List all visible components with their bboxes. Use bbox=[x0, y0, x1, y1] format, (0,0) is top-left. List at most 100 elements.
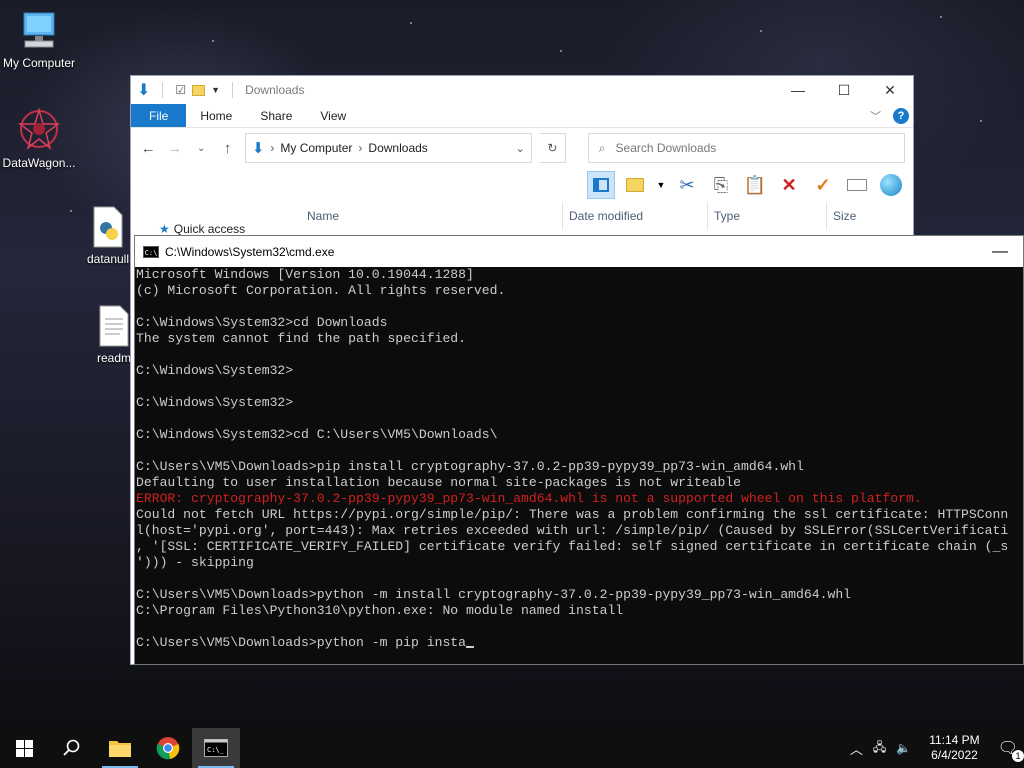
search-icon bbox=[63, 739, 80, 756]
downloads-folder-icon: ⬇ bbox=[251, 140, 265, 157]
rename-icon[interactable] bbox=[843, 171, 871, 199]
globe-icon[interactable] bbox=[877, 171, 905, 199]
refresh-button[interactable]: ↻ bbox=[539, 133, 566, 163]
maximize-button[interactable]: ☐ bbox=[821, 76, 867, 104]
text-cursor bbox=[466, 646, 475, 648]
new-folder-icon[interactable] bbox=[192, 84, 206, 96]
cmd-window[interactable]: C:\ C:\Windows\System32\cmd.exe — Micros… bbox=[134, 235, 1024, 665]
breadcrumb-my-computer[interactable]: My Computer bbox=[280, 141, 352, 155]
forward-arrow-icon[interactable]: → bbox=[165, 140, 183, 157]
date: 6/4/2022 bbox=[931, 748, 978, 762]
copy-icon[interactable]: ⎘ bbox=[707, 171, 735, 199]
paste-icon[interactable]: 📋 bbox=[741, 171, 769, 199]
tab-file[interactable]: File bbox=[131, 104, 187, 127]
text-file-icon bbox=[98, 305, 130, 347]
help-icon[interactable]: ? bbox=[893, 107, 909, 124]
recent-locations-icon[interactable]: ⌄ bbox=[192, 143, 210, 154]
column-name-label: Name bbox=[307, 209, 340, 223]
python-file-icon bbox=[92, 206, 124, 248]
checkmark-icon[interactable]: ✓ bbox=[809, 171, 837, 199]
chevron-down-icon[interactable]: ⌄ bbox=[516, 142, 525, 155]
column-type[interactable]: Type bbox=[707, 202, 827, 230]
time: 11:14 PM bbox=[929, 733, 980, 747]
taskbar-chrome[interactable] bbox=[144, 728, 192, 768]
preview-pane-icon[interactable] bbox=[587, 171, 615, 199]
breadcrumb-separator-icon: › bbox=[358, 141, 363, 155]
down-arrow-icon[interactable]: ⬇ bbox=[137, 80, 150, 100]
up-arrow-icon[interactable]: ↑ bbox=[218, 140, 236, 157]
chevron-up-icon[interactable]: ︿ bbox=[850, 739, 863, 758]
explorer-title-bar[interactable]: ⬇ ☑ ▼ Downloads — ☐ ✕ bbox=[131, 76, 913, 104]
terminal-line: C:\Windows\System32> bbox=[136, 395, 294, 410]
column-size[interactable]: Size bbox=[826, 202, 906, 230]
volume-icon[interactable]: 🔈 bbox=[896, 741, 911, 755]
cmd-icon: C:\ bbox=[143, 245, 159, 258]
chrome-icon bbox=[156, 737, 180, 760]
minimize-button[interactable]: — bbox=[775, 76, 821, 104]
folder-options-icon[interactable] bbox=[621, 171, 649, 199]
delete-icon[interactable]: ✕ bbox=[775, 171, 803, 199]
close-button[interactable]: ✕ bbox=[867, 76, 913, 104]
terminal-line: C:\Windows\System32>cd Downloads bbox=[136, 315, 388, 330]
column-date-label: Date modified bbox=[569, 209, 644, 223]
search-button[interactable] bbox=[48, 728, 96, 768]
terminal-input-text: C:\Users\VM5\Downloads>python -m pip ins… bbox=[136, 635, 467, 650]
taskbar-cmd[interactable]: C:\_ bbox=[192, 728, 240, 768]
cmd-title: C:\Windows\System32\cmd.exe bbox=[165, 244, 335, 259]
terminal-output[interactable]: Microsoft Windows [Version 10.0.19044.12… bbox=[135, 267, 1023, 663]
sidebar-item-quick-access[interactable]: ★ Quick access bbox=[159, 222, 245, 236]
network-icon[interactable]: 🖧 bbox=[873, 738, 886, 759]
desktop-icon-label: DataWagon... bbox=[2, 156, 76, 170]
datawagon-icon bbox=[16, 106, 62, 152]
desktop-icon-label: My Computer bbox=[2, 56, 76, 70]
start-button[interactable] bbox=[0, 728, 48, 768]
tab-share[interactable]: Share bbox=[246, 104, 306, 127]
terminal-line: Microsoft Windows [Version 10.0.19044.12… bbox=[136, 267, 474, 282]
terminal-line: , '[SSL: CERTIFICATE_VERIFY_FAILED] cert… bbox=[136, 539, 1009, 554]
column-headers: Name Date modified Type Size bbox=[131, 202, 913, 230]
column-date-modified[interactable]: Date modified bbox=[562, 202, 708, 230]
windows-icon bbox=[15, 739, 33, 757]
breadcrumb-separator-icon: › bbox=[270, 141, 275, 155]
explorer-toolbar: ▼ ✂ ⎘ 📋 ✕ ✓ bbox=[131, 168, 913, 202]
notification-badge: 1 bbox=[1012, 750, 1024, 762]
terminal-input-line[interactable]: C:\Users\VM5\Downloads>python -m pip ins… bbox=[136, 635, 1023, 651]
tab-view[interactable]: View bbox=[306, 104, 360, 127]
properties-icon[interactable]: ☑ bbox=[175, 83, 186, 97]
clock[interactable]: 11:14 PM 6/4/2022 bbox=[921, 733, 987, 763]
terminal-line: (c) Microsoft Corporation. All rights re… bbox=[136, 283, 506, 298]
column-name[interactable]: Name bbox=[301, 202, 563, 230]
terminal-line: C:\Users\VM5\Downloads>pip install crypt… bbox=[136, 459, 804, 474]
terminal-line: '))) - skipping bbox=[136, 555, 254, 570]
system-tray: ︿ 🖧 🔈 11:14 PM 6/4/2022 🗨 1 bbox=[850, 733, 1024, 763]
cmd-title-bar[interactable]: C:\ C:\Windows\System32\cmd.exe — bbox=[135, 236, 1023, 267]
terminal-line: C:\Users\VM5\Downloads>python -m install… bbox=[136, 587, 852, 602]
minimize-button[interactable]: — bbox=[977, 243, 1023, 261]
terminal-line: C:\Windows\System32> bbox=[136, 363, 294, 378]
expand-ribbon-icon[interactable]: ﹀ bbox=[870, 108, 881, 124]
address-bar[interactable]: ⬇ › My Computer › Downloads ⌄ bbox=[244, 133, 532, 163]
taskbar: C:\_ ︿ 🖧 🔈 11:14 PM 6/4/2022 🗨 1 bbox=[0, 728, 1024, 768]
cut-icon[interactable]: ✂ bbox=[673, 171, 701, 199]
breadcrumb-downloads[interactable]: Downloads bbox=[368, 141, 427, 155]
desktop-icon-my-computer[interactable]: My Computer bbox=[0, 10, 81, 70]
dropdown-icon[interactable]: ▼ bbox=[655, 171, 667, 199]
terminal-line: C:\Program Files\Python310\python.exe: N… bbox=[136, 603, 624, 618]
folder-icon bbox=[109, 741, 131, 757]
computer-icon bbox=[19, 10, 59, 52]
desktop-icon-datawagon[interactable]: DataWagon... bbox=[0, 106, 81, 170]
search-input[interactable]: ⌕ Search Downloads bbox=[587, 133, 906, 163]
customize-quick-access-icon[interactable]: ▼ bbox=[211, 85, 220, 95]
taskbar-file-explorer[interactable] bbox=[96, 728, 144, 768]
search-icon: ⌕ bbox=[598, 140, 606, 155]
back-arrow-icon[interactable]: ← bbox=[139, 140, 157, 157]
column-size-label: Size bbox=[833, 209, 857, 223]
tab-home[interactable]: Home bbox=[186, 104, 246, 127]
sidebar-item-label: Quick access bbox=[173, 222, 246, 236]
notification-icon[interactable]: 🗨 1 bbox=[998, 738, 1024, 762]
terminal-error-line: ERROR: cryptography-37.0.2-pp39-pypy39_p… bbox=[136, 491, 922, 506]
